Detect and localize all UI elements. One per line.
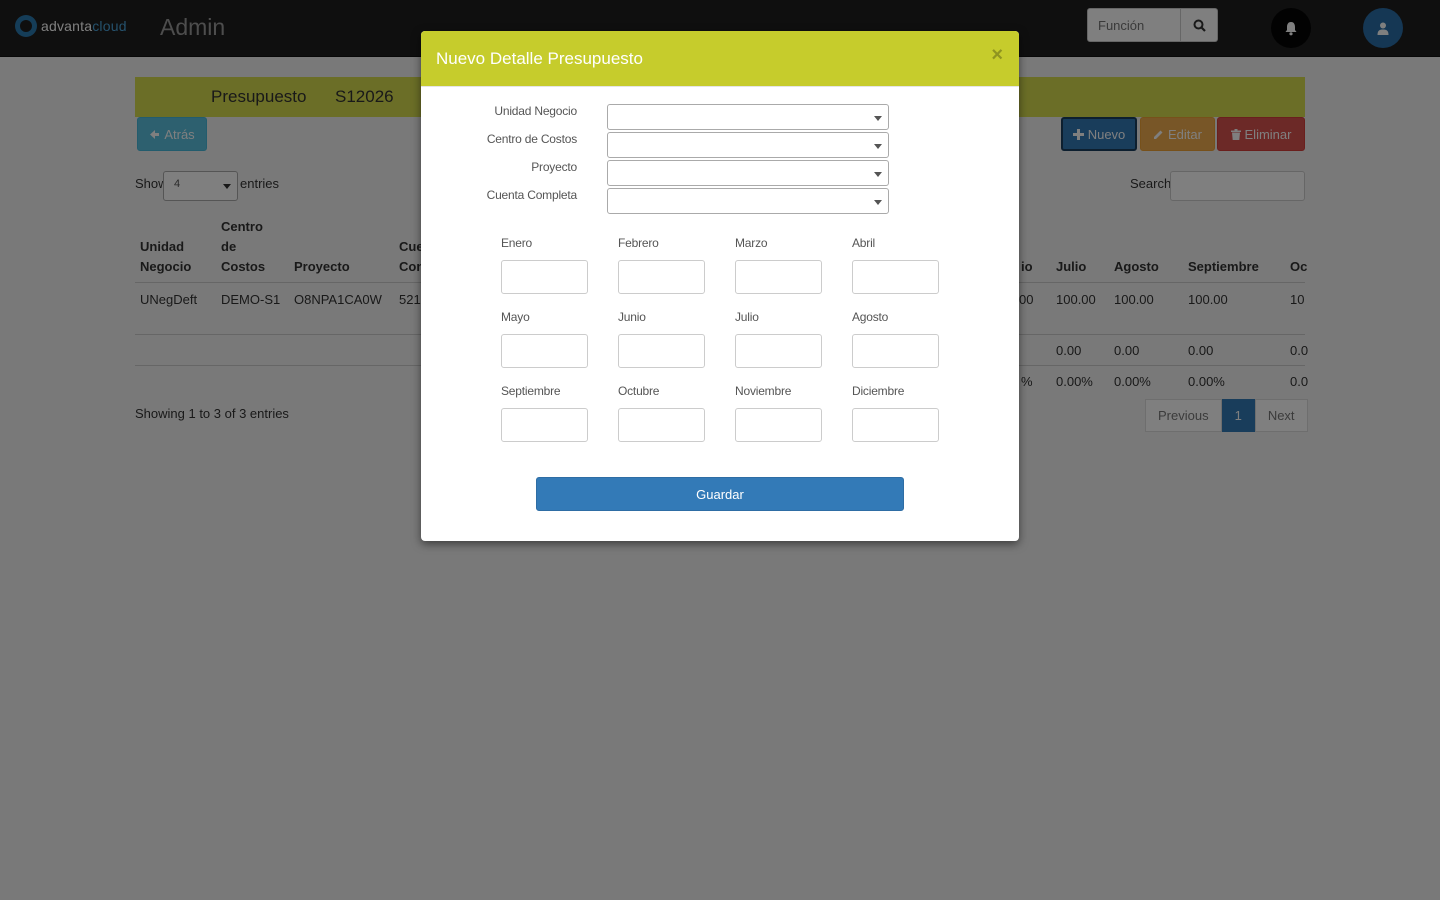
chevron-down-icon [874,172,882,177]
octubre-input[interactable] [618,408,705,442]
febrero-input[interactable] [618,260,705,294]
save-button[interactable]: Guardar [536,477,904,511]
proyecto-label: Proyecto [531,160,577,174]
cuenta-completa-label: Cuenta Completa [486,188,578,202]
new-budget-detail-modal: Nuevo Detalle Presupuesto × Unidad Negoc… [421,31,1019,541]
abril-input[interactable] [852,260,939,294]
chevron-down-icon [874,200,882,205]
septiembre-label: Septiembre [501,384,561,398]
marzo-input[interactable] [735,260,822,294]
septiembre-input[interactable] [501,408,588,442]
centro-costos-select[interactable] [607,132,889,158]
enero-label: Enero [501,236,533,250]
modal-close-button[interactable]: × [991,44,1003,67]
junio-input[interactable] [618,334,705,368]
modal-header: Nuevo Detalle Presupuesto × [421,31,1019,87]
enero-input[interactable] [501,260,588,294]
mayo-input[interactable] [501,334,588,368]
julio-input[interactable] [735,334,822,368]
diciembre-label: Diciembre [852,384,905,398]
agosto-input[interactable] [852,334,939,368]
diciembre-input[interactable] [852,408,939,442]
unidad-negocio-label: Unidad Negocio [494,104,577,118]
agosto-label: Agosto [852,310,889,324]
febrero-label: Febrero [618,236,659,250]
chevron-down-icon [874,144,882,149]
noviembre-input[interactable] [735,408,822,442]
centro-costos-label: Centro de Costos [486,132,577,146]
marzo-label: Marzo [735,236,768,250]
abril-label: Abril [852,236,876,250]
julio-label: Julio [735,310,759,324]
proyecto-select[interactable] [607,160,889,186]
junio-label: Junio [618,310,646,324]
modal-title: Nuevo Detalle Presupuesto [436,49,643,68]
noviembre-label: Noviembre [735,384,792,398]
chevron-down-icon [874,116,882,121]
unidad-negocio-select[interactable] [607,104,889,130]
mayo-label: Mayo [501,310,530,324]
cuenta-completa-select[interactable] [607,188,889,214]
octubre-label: Octubre [618,384,660,398]
